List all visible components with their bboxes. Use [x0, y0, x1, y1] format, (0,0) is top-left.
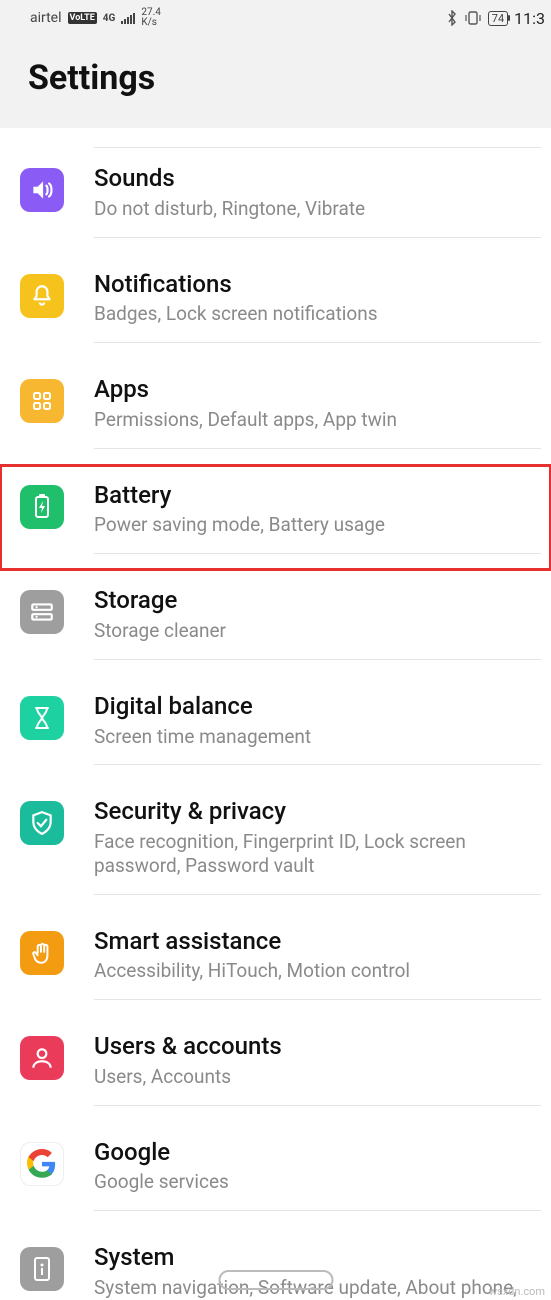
battery-icon — [20, 485, 64, 529]
user-icon — [20, 1036, 64, 1080]
carrier-label: airtel — [30, 10, 62, 26]
google-icon — [20, 1142, 64, 1186]
settings-list: Sounds Do not disturb, Ringtone, Vibrate… — [0, 148, 551, 1300]
settings-item-google[interactable]: Google Google services — [0, 1122, 551, 1228]
bluetooth-icon — [446, 10, 458, 26]
apps-grid-icon — [20, 379, 64, 423]
sounds-icon — [20, 168, 64, 212]
settings-header: Settings — [0, 36, 551, 128]
settings-item-apps[interactable]: Apps Permissions, Default apps, App twin — [0, 359, 551, 465]
item-subtitle: Badges, Lock screen notifications — [94, 302, 541, 326]
page-title: Settings — [28, 58, 523, 98]
item-title: Notifications — [94, 270, 541, 299]
item-subtitle: Do not disturb, Ringtone, Vibrate — [94, 197, 541, 221]
settings-item-storage[interactable]: Storage Storage cleaner — [0, 570, 551, 676]
watermark: wsxdn.com — [489, 1285, 545, 1298]
item-subtitle: Permissions, Default apps, App twin — [94, 408, 541, 432]
vibrate-icon — [464, 11, 482, 25]
gesture-nav-pill[interactable] — [218, 1270, 333, 1290]
item-title: Users & accounts — [94, 1032, 541, 1061]
item-subtitle: Storage cleaner — [94, 619, 541, 643]
settings-item-digital-balance[interactable]: Digital balance Screen time management — [0, 676, 551, 782]
system-info-icon — [20, 1247, 64, 1291]
item-title: Storage — [94, 586, 541, 615]
hourglass-icon — [20, 696, 64, 740]
item-subtitle: Google services — [94, 1170, 541, 1194]
item-subtitle: Accessibility, HiTouch, Motion control — [94, 959, 541, 983]
network-speed: 27.4 K/s — [141, 8, 161, 28]
item-subtitle: Face recognition, Fingerprint ID, Lock s… — [94, 830, 541, 878]
hand-icon — [20, 931, 64, 975]
settings-item-notifications[interactable]: Notifications Badges, Lock screen notifi… — [0, 254, 551, 360]
status-bar: airtel VoLTE 4G 27.4 K/s 74 11:3 — [0, 0, 551, 36]
item-title: System — [94, 1243, 541, 1272]
item-title: Digital balance — [94, 692, 541, 721]
settings-item-battery[interactable]: Battery Power saving mode, Battery usage — [0, 465, 551, 571]
settings-item-sounds[interactable]: Sounds Do not disturb, Ringtone, Vibrate — [0, 148, 551, 254]
truncated-row — [94, 128, 541, 148]
item-title: Apps — [94, 375, 541, 404]
item-title: Battery — [94, 481, 541, 510]
item-subtitle: Users, Accounts — [94, 1065, 541, 1089]
network-type: 4G — [103, 13, 116, 24]
item-title: Security & privacy — [94, 797, 541, 826]
settings-item-users-accounts[interactable]: Users & accounts Users, Accounts — [0, 1016, 551, 1122]
item-title: Google — [94, 1138, 541, 1167]
settings-item-security[interactable]: Security & privacy Face recognition, Fin… — [0, 781, 551, 910]
signal-bars-icon — [121, 12, 135, 24]
bell-icon — [20, 274, 64, 318]
item-title: Sounds — [94, 164, 541, 193]
item-subtitle: Screen time management — [94, 725, 541, 749]
item-subtitle: Power saving mode, Battery usage — [94, 513, 541, 537]
battery-indicator: 74 — [488, 11, 508, 26]
settings-item-smart-assistance[interactable]: Smart assistance Accessibility, HiTouch,… — [0, 911, 551, 1017]
item-title: Smart assistance — [94, 927, 541, 956]
storage-icon — [20, 590, 64, 634]
shield-icon — [20, 801, 64, 845]
volte-badge: VoLTE — [68, 12, 97, 24]
clock: 11:3 — [514, 9, 545, 28]
